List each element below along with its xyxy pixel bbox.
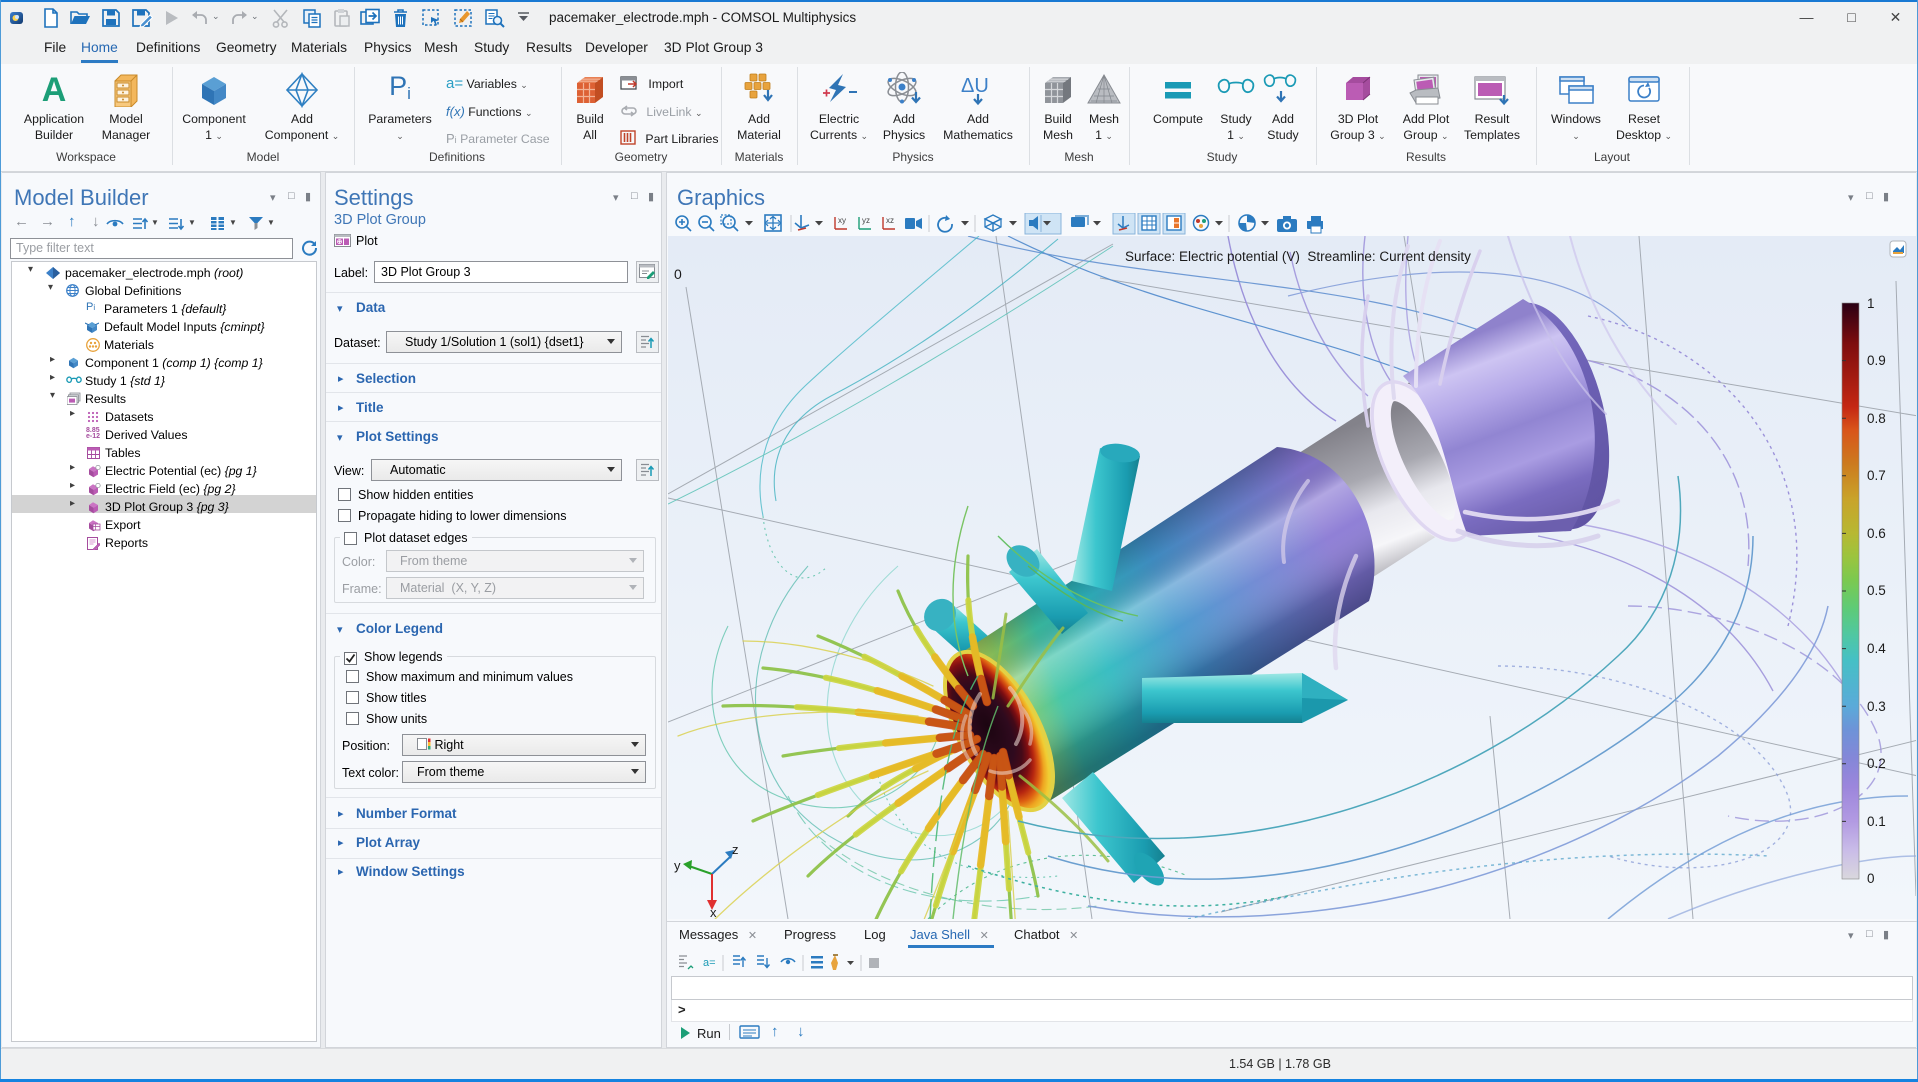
svg-text:xz: xz [886, 216, 894, 225]
svg-text:xy: xy [838, 216, 846, 225]
svg-text:0.9: 0.9 [1867, 353, 1886, 368]
svg-text:a=: a= [703, 957, 716, 969]
svg-text:yz: yz [862, 216, 870, 225]
svg-text:y: y [674, 858, 681, 873]
svg-text:0.4: 0.4 [1867, 641, 1886, 656]
svg-text:0.5: 0.5 [1867, 583, 1886, 598]
svg-text:z: z [732, 842, 739, 857]
svg-text:ΔU: ΔU [961, 75, 989, 97]
svg-text:0.7: 0.7 [1867, 468, 1886, 483]
svg-text:0.2: 0.2 [1867, 756, 1886, 771]
svg-text:0: 0 [1867, 871, 1875, 886]
svg-text:Surface: Electric potential (V: Surface: Electric potential (V) Streamli… [1125, 249, 1471, 264]
svg-text:0: 0 [674, 266, 682, 282]
svg-text:0.3: 0.3 [1867, 699, 1886, 714]
svg-text:1: 1 [1867, 296, 1875, 311]
svg-text:0.1: 0.1 [1867, 814, 1886, 829]
svg-text:0.6: 0.6 [1867, 526, 1886, 541]
svg-text:x: x [710, 905, 717, 919]
svg-text:0.8: 0.8 [1867, 411, 1886, 426]
